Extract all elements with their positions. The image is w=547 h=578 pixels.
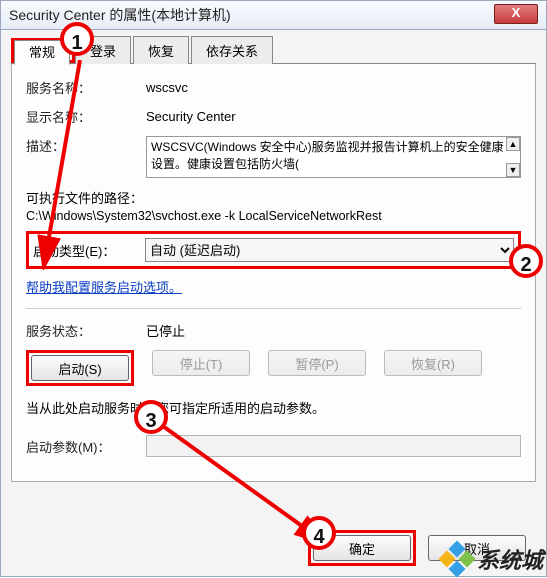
- scroll-up-icon[interactable]: ▲: [506, 137, 520, 151]
- startup-type-select[interactable]: 自动 (延迟启动): [145, 238, 514, 262]
- resume-button: 恢复(R): [384, 350, 482, 376]
- tab-recovery[interactable]: 恢复: [133, 36, 189, 64]
- annotation-frame-start: 启动(S): [26, 350, 134, 386]
- start-params-input: [146, 435, 521, 457]
- value-service-status: 已停止: [146, 321, 521, 340]
- service-control-buttons: 启动(S) 停止(T) 暂停(P) 恢复(R): [26, 350, 521, 386]
- watermark-text: 系统城: [477, 543, 543, 575]
- label-startup-type: 启动类型(E)：: [33, 241, 145, 260]
- separator: [26, 308, 521, 309]
- value-exe-path: C:\Windows\System32\svchost.exe -k Local…: [26, 209, 521, 223]
- tab-panel-general: 服务名称： wscsvc 显示名称： Security Center 描述： W…: [11, 64, 536, 482]
- annotation-3: 3: [134, 400, 168, 434]
- label-description: 描述：: [26, 136, 146, 155]
- value-display-name: Security Center: [146, 109, 521, 124]
- annotation-2: 2: [509, 244, 543, 278]
- label-service-name: 服务名称：: [26, 78, 146, 97]
- label-start-params: 启动参数(M)：: [26, 437, 146, 456]
- label-display-name: 显示名称：: [26, 107, 146, 126]
- close-button[interactable]: X: [494, 4, 538, 24]
- description-scrollbar[interactable]: ▲ ▼: [506, 137, 520, 177]
- label-service-status: 服务状态：: [26, 321, 146, 340]
- annotation-4: 4: [302, 516, 336, 550]
- start-button[interactable]: 启动(S): [31, 355, 129, 381]
- description-textbox[interactable]: WSCSVC(Windows 安全中心)服务监视并报告计算机上的安全健康设置。健…: [146, 136, 521, 178]
- label-exe-path: 可执行文件的路径：: [26, 188, 521, 207]
- description-text: WSCSVC(Windows 安全中心)服务监视并报告计算机上的安全健康设置。健…: [151, 140, 504, 171]
- tab-dependencies[interactable]: 依存关系: [191, 36, 273, 64]
- help-configure-link[interactable]: 帮助我配置服务启动选项。: [26, 280, 182, 295]
- annotation-frame-startup: 启动类型(E)： 自动 (延迟启动): [26, 231, 521, 269]
- window-title: Security Center 的属性(本地计算机): [9, 5, 231, 25]
- watermark-logo-icon: [441, 543, 473, 575]
- dialog-body: 常规 登录 恢复 依存关系 服务名称： wscsvc 显示名称： Securit…: [0, 30, 547, 577]
- stop-button: 停止(T): [152, 350, 250, 376]
- value-service-name: wscsvc: [146, 80, 521, 95]
- watermark: 系统城: [441, 543, 543, 575]
- pause-button: 暂停(P): [268, 350, 366, 376]
- help-text: 当从此处启动服务时，您可指定所适用的启动参数。: [26, 398, 521, 417]
- scroll-down-icon[interactable]: ▼: [506, 163, 520, 177]
- annotation-1: 1: [60, 22, 94, 56]
